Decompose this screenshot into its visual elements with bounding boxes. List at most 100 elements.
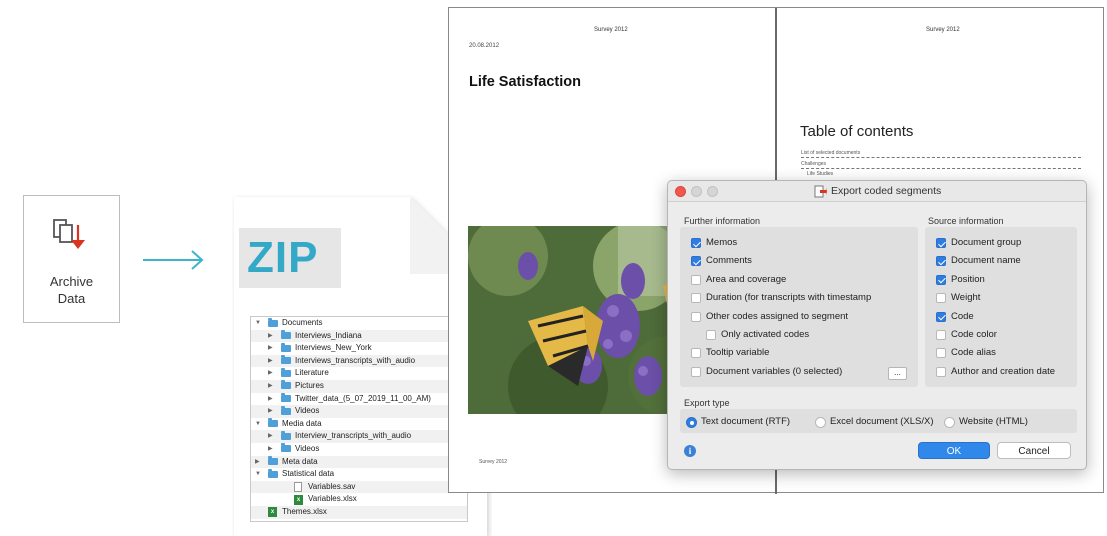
close-window-button[interactable] — [675, 186, 686, 197]
further-information-panel — [680, 227, 918, 387]
folder-icon — [268, 418, 278, 428]
disclosure-closed-icon[interactable]: ▶ — [268, 380, 273, 393]
checkbox-label[interactable]: Code alias — [951, 347, 996, 358]
tree-row[interactable]: ▶ Interviews_Indiana — [251, 329, 467, 343]
tree-row[interactable]: ▶ Literature — [251, 367, 467, 380]
tree-row[interactable]: ▼ Documents — [251, 317, 467, 330]
checkbox[interactable] — [936, 330, 946, 340]
tree-row[interactable]: ▶ Interviews_New_York — [251, 342, 467, 355]
page-header-right: Survey 2012 — [926, 27, 960, 33]
excel-file-icon: x — [268, 507, 277, 518]
folder-icon — [281, 355, 291, 365]
export-type-radio[interactable] — [944, 417, 955, 428]
toc-leader — [801, 168, 1081, 169]
cancel-button[interactable]: Cancel — [997, 442, 1071, 459]
checkbox-label[interactable]: Document name — [951, 255, 1021, 266]
checkbox-label[interactable]: Weight — [951, 292, 980, 303]
archive-data-button[interactable]: Archive Data — [23, 195, 120, 323]
checkbox[interactable] — [706, 330, 716, 340]
checkbox-label[interactable]: Document group — [951, 237, 1021, 248]
tree-row[interactable]: ▼ Statistical data — [251, 468, 467, 481]
toc-entry: List of selected documents — [801, 150, 861, 156]
checkbox-label[interactable]: Code color — [951, 329, 997, 340]
disclosure-closed-icon[interactable]: ▶ — [268, 342, 273, 355]
tree-item-label: Interviews_New_York — [295, 343, 372, 353]
checkbox[interactable] — [936, 238, 946, 248]
checkbox-label[interactable]: Duration (for transcripts with timestamp — [706, 292, 871, 303]
checkbox-label[interactable]: Code — [951, 311, 974, 322]
checkbox[interactable] — [691, 311, 701, 322]
toc-title: Table of contents — [800, 123, 914, 140]
tree-item-label: Interviews_transcripts_with_audio — [295, 355, 416, 365]
document-variables-button[interactable]: ... — [888, 367, 907, 380]
minimize-window-button[interactable] — [691, 186, 702, 197]
checkbox[interactable] — [936, 256, 946, 267]
checkbox-label[interactable]: Author and creation date — [951, 366, 1055, 377]
checkbox[interactable] — [691, 238, 701, 248]
disclosure-closed-icon[interactable]: ▶ — [268, 443, 273, 456]
checkbox[interactable] — [936, 293, 946, 304]
folder-icon — [281, 393, 291, 403]
export-type-radio[interactable] — [815, 417, 826, 428]
checkbox-label[interactable]: Position — [951, 274, 985, 285]
ok-button[interactable]: OK — [918, 442, 990, 459]
checkbox[interactable] — [936, 311, 946, 322]
disclosure-closed-icon[interactable]: ▶ — [268, 355, 273, 368]
checkbox-label[interactable]: Area and coverage — [706, 274, 786, 285]
export-type-label[interactable]: Website (HTML) — [959, 416, 1028, 427]
tree-row[interactable]: Variables.sav — [251, 480, 467, 494]
checkbox-label[interactable]: Other codes assigned to segment — [706, 311, 848, 322]
checkbox[interactable] — [691, 293, 701, 304]
tree-row[interactable]: ▼ Media data — [251, 418, 467, 431]
checkbox[interactable] — [691, 256, 701, 267]
checkbox[interactable] — [691, 366, 701, 377]
folder-icon — [268, 468, 278, 478]
tree-row[interactable]: ▶ Videos — [251, 443, 467, 456]
tree-item-label: Documents — [282, 318, 323, 327]
checkbox[interactable] — [691, 348, 701, 359]
tree-row[interactable]: ▶ Interview_transcripts_with_audio — [251, 430, 467, 443]
page-footer: Survey 2012 — [479, 459, 508, 465]
tree-item-label: Videos — [295, 443, 320, 453]
checkbox-label[interactable]: Tooltip variable — [706, 347, 769, 358]
disclosure-closed-icon[interactable]: ▶ — [268, 430, 273, 443]
source-information-label: Source information — [928, 216, 1004, 226]
checkbox-label[interactable]: Comments — [706, 255, 752, 266]
checkbox[interactable] — [936, 366, 946, 377]
disclosure-open-icon[interactable]: ▼ — [255, 317, 261, 330]
zoom-window-button[interactable] — [707, 186, 718, 197]
archive-label-line2: Data — [57, 291, 86, 306]
toc-leader — [801, 157, 1081, 158]
tree-row[interactable]: ▶ Interviews_transcripts_with_audio — [251, 354, 467, 368]
tree-row[interactable]: x Themes.xlsx — [251, 505, 467, 519]
tree-item-label: Variables.sav — [308, 481, 356, 491]
checkbox-label[interactable]: Only activated codes — [721, 329, 809, 340]
checkbox-label[interactable]: Document variables (0 selected) — [706, 366, 842, 377]
export-type-label[interactable]: Excel document (XLS/X) — [830, 416, 934, 427]
excel-file-icon: x — [294, 494, 303, 505]
report-date: 20.08.2012 — [469, 43, 500, 49]
checkbox[interactable] — [936, 274, 946, 285]
checkbox[interactable] — [936, 348, 946, 359]
tree-row[interactable]: ▶ Meta data — [251, 455, 467, 469]
checkbox[interactable] — [691, 274, 701, 285]
disclosure-closed-icon[interactable]: ▶ — [268, 367, 273, 380]
info-icon[interactable]: i — [684, 445, 696, 457]
checkbox-label[interactable]: Memos — [706, 237, 737, 248]
disclosure-closed-icon[interactable]: ▶ — [268, 393, 273, 406]
tree-row[interactable]: ▶ Videos — [251, 405, 467, 418]
disclosure-closed-icon[interactable]: ▶ — [268, 330, 273, 343]
tree-item-label: Interviews_Indiana — [295, 330, 362, 340]
disclosure-closed-icon[interactable]: ▶ — [255, 456, 260, 469]
export-type-label[interactable]: Text document (RTF) — [701, 416, 790, 427]
disclosure-open-icon[interactable]: ▼ — [255, 418, 261, 431]
folder-icon — [281, 443, 291, 453]
disclosure-closed-icon[interactable]: ▶ — [268, 405, 273, 418]
disclosure-open-icon[interactable]: ▼ — [255, 468, 261, 481]
tree-row[interactable]: x Variables.xlsx — [251, 493, 467, 506]
export-type-radio[interactable] — [686, 417, 697, 428]
tree-row[interactable]: ▶ Twitter_data_(5_07_2019_11_00_AM) — [251, 393, 467, 406]
further-information-label: Further information — [684, 216, 761, 226]
archive-file-tree[interactable]: ▼ Documents ▶ Interviews_Indiana ▶ Interviews… — [250, 316, 468, 522]
tree-row[interactable]: ▶ Pictures — [251, 379, 467, 393]
